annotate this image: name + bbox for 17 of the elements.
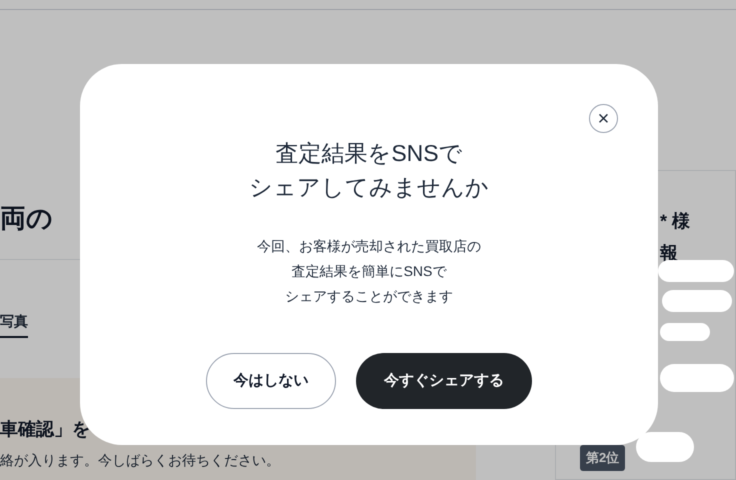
rank-badge: 第2位 [580,445,626,471]
dialog-title: 査定結果をSNSで [275,139,463,168]
redaction-mark [662,290,732,312]
redaction-mark [660,323,710,341]
photo-tab[interactable]: 写真 [0,306,28,338]
dialog-text: 今回、お客様が売却された買取店の [257,237,481,256]
dialog-text: シェアすることができます [285,287,453,306]
notice-text: 絡が入ります。今しばらくお待ちください。 [0,451,281,470]
dialog-text: 査定結果を簡単にSNSで [292,262,446,281]
owner-label: 報 [660,242,679,265]
notice-title: 車確認」を [0,418,91,441]
close-button[interactable]: × [589,104,618,133]
later-button[interactable]: 今はしない [206,353,336,409]
page-heading: 両の [0,202,54,235]
share-now-button[interactable]: 今すぐシェアする [356,353,532,409]
owner-label: * 様 [660,210,690,233]
dialog-title: シェアしてみませんか [249,173,489,202]
